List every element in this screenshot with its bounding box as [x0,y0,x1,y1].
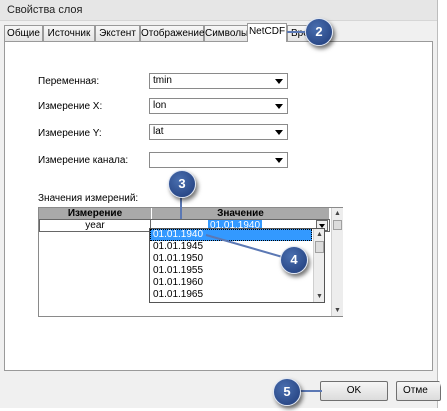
scroll-down-icon[interactable]: ▼ [332,305,343,316]
dim-x-value: lon [153,100,167,111]
tab-netcdf[interactable]: NetCDF [247,23,287,42]
dim-y-label: Измерение Y: [38,128,102,139]
callout-badge-2: 2 [305,18,333,46]
callout-badge-5: 5 [273,378,301,406]
torn-edge [438,0,447,411]
tab-strip: Общие Источник Экстент Отображение Симво… [4,23,437,42]
variable-combo[interactable]: tmin [149,73,288,89]
tab-extent[interactable]: Экстент [95,25,140,41]
dropdown-option[interactable]: 01.01.1940 [150,229,312,241]
tab-symbology[interactable]: Символы [204,25,248,41]
chevron-down-icon [275,158,283,163]
scroll-thumb[interactable] [315,241,324,253]
scroll-down-icon[interactable]: ▼ [314,291,324,302]
tab-display[interactable]: Отображение [140,25,205,41]
tab-source[interactable]: Источник [43,25,95,41]
dim-values-label: Значения измерений: [38,193,139,204]
chevron-down-icon [275,79,283,84]
chevron-down-icon [275,104,283,109]
band-dim-label: Измерение канала: [38,155,129,166]
grid-scrollbar[interactable]: ▲ ▼ [331,208,343,316]
layer-properties-dialog: Свойства слоя Общие Источник Экстент Ото… [0,0,441,408]
band-dim-combo[interactable] [149,152,288,168]
callout-badge-4: 4 [280,246,308,274]
scroll-thumb[interactable] [333,220,342,230]
window-title: Свойства слоя [7,4,83,16]
netcdf-panel [4,41,433,371]
tab-general[interactable]: Общие [4,25,43,41]
scroll-up-icon[interactable]: ▲ [314,229,324,240]
dim-x-combo[interactable]: lon [149,98,288,114]
dropdown-option[interactable]: 01.01.1965 [150,289,312,301]
dim-y-combo[interactable]: lat [149,124,288,140]
dropdown-option[interactable]: 01.01.1960 [150,277,312,289]
dropdown-scrollbar[interactable]: ▲ ▼ [313,229,324,302]
variable-label: Переменная: [38,76,100,87]
dim-y-value: lat [153,126,164,137]
col-header-value[interactable]: Значение [151,208,329,219]
title-bar: Свойства слоя [0,0,437,21]
variable-value: tmin [153,75,172,86]
chevron-down-icon [275,130,283,135]
callout-badge-3: 3 [168,170,196,198]
dim-x-label: Измерение X: [38,101,103,112]
dimension-cell[interactable]: year [39,219,151,232]
ok-button[interactable]: OK [320,381,388,401]
col-header-dimension[interactable]: Измерение [39,208,151,219]
scroll-up-icon[interactable]: ▲ [332,208,343,219]
